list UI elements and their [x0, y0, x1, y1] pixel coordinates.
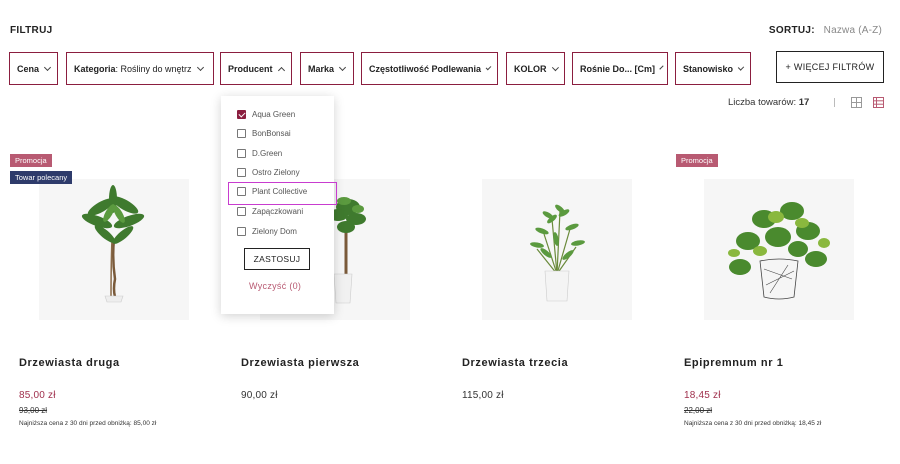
- promo-badge: Promocja: [10, 154, 52, 167]
- product-count: Liczba towarów: 17: [728, 97, 809, 108]
- chevron-down-icon: [659, 64, 664, 70]
- sort-control[interactable]: SORTUJ: Nazwa (A-Z): [769, 25, 882, 36]
- toolbar-divider: [834, 98, 835, 107]
- more-filters-button[interactable]: + WIĘCEJ FILTRÓW: [776, 51, 884, 83]
- option-label: Aqua Green: [252, 110, 296, 119]
- filter-position-button[interactable]: Stanowisko: [675, 52, 751, 85]
- filter-color-button[interactable]: KOLOR: [506, 52, 565, 85]
- option-label: BonBonsai: [252, 129, 291, 138]
- option-label: Zapączkowani: [252, 207, 304, 216]
- filter-label: Producent: [228, 63, 273, 74]
- filter-price-button[interactable]: Cena: [9, 52, 58, 85]
- chevron-down-icon: [551, 63, 559, 71]
- filter-height-button[interactable]: Rośnie Do... [Cm]: [572, 52, 668, 85]
- sort-label: SORTUJ:: [768, 25, 815, 36]
- grid-view-icon[interactable]: [851, 97, 862, 108]
- product-name[interactable]: Epipremnum nr 1: [684, 357, 783, 369]
- product-old-price: 93,00 zł: [19, 406, 48, 415]
- sort-value[interactable]: Nazwa (A-Z): [824, 25, 882, 36]
- chevron-down-icon: [196, 63, 204, 71]
- chevron-down-icon: [737, 63, 745, 71]
- product-image[interactable]: [39, 179, 189, 320]
- product-price: 18,45 zł: [684, 390, 721, 401]
- promo-badge: Promocja: [676, 154, 718, 167]
- producer-option-bonbonsai[interactable]: BonBonsai: [237, 129, 291, 138]
- product-old-price: 22,00 zł: [684, 406, 713, 415]
- recommended-badge: Towar polecany: [10, 171, 73, 184]
- product-name[interactable]: Drzewiasta trzecia: [462, 357, 568, 369]
- producer-option-d-green[interactable]: D.Green: [237, 149, 282, 158]
- filter-producer-button[interactable]: Producent: [220, 52, 292, 85]
- product-image[interactable]: [482, 179, 632, 320]
- checkbox-icon[interactable]: [237, 129, 246, 138]
- filter-label: Stanowisko: [683, 63, 734, 74]
- product-price: 85,00 zł: [19, 390, 56, 401]
- chevron-up-icon: [277, 66, 285, 74]
- filter-watering-button[interactable]: Częstotliwość Podlewania: [361, 52, 498, 85]
- producer-option-zielony-dom[interactable]: Zielony Dom: [237, 227, 297, 236]
- filter-label: Częstotliwość Podlewania: [369, 63, 482, 74]
- filter-label: Rośnie Do... [Cm]: [580, 63, 656, 74]
- option-label: Zielony Dom: [252, 227, 297, 236]
- count-value: 17: [798, 97, 810, 108]
- producer-option-ostro-zielony[interactable]: Ostro Zielony: [237, 168, 300, 177]
- chevron-down-icon: [43, 63, 52, 71]
- product-name[interactable]: Drzewiasta pierwsza: [241, 357, 359, 369]
- product-price: 115,00 zł: [462, 390, 504, 401]
- checkbox-icon[interactable]: [237, 149, 246, 158]
- apply-button[interactable]: ZASTOSUJ: [244, 248, 310, 270]
- filter-label: KOLOR: [514, 63, 547, 74]
- checkbox-icon[interactable]: [237, 168, 246, 177]
- filter-title: FILTRUJ: [10, 25, 53, 36]
- filter-category-button[interactable]: Kategoria : Rośliny do wnętrz: [66, 52, 214, 85]
- option-label: Ostro Zielony: [252, 168, 300, 177]
- count-label: Liczba towarów:: [728, 97, 797, 108]
- filter-brand-button[interactable]: Marka: [300, 52, 354, 85]
- checkbox-icon[interactable]: [237, 207, 246, 216]
- producer-option-aqua-green[interactable]: Aqua Green: [237, 110, 295, 119]
- focus-highlight: [228, 182, 337, 205]
- lowest-price-note: Najniższa cena z 30 dni przed obniżką: 8…: [19, 420, 157, 427]
- checkbox-checked-icon[interactable]: [237, 110, 246, 119]
- filter-label: Marka: [308, 63, 335, 74]
- product-image[interactable]: [704, 179, 854, 320]
- chevron-down-icon: [338, 63, 347, 71]
- product-price: 90,00 zł: [241, 390, 278, 401]
- option-label: D.Green: [252, 149, 283, 158]
- producer-option-zapaczkowani[interactable]: Zapączkowani: [237, 207, 303, 216]
- filter-value: : Rośliny do wnętrz: [115, 63, 192, 74]
- lowest-price-note: Najniższa cena z 30 dni przed obniżką: 1…: [684, 420, 822, 427]
- product-name[interactable]: Drzewiasta druga: [19, 357, 120, 369]
- filter-label: Kategoria: [74, 63, 116, 74]
- filter-label: Cena: [17, 63, 40, 74]
- checkbox-icon[interactable]: [237, 227, 246, 236]
- clear-link[interactable]: Wyczyść (0): [249, 281, 301, 291]
- chevron-down-icon: [485, 64, 492, 70]
- list-view-icon[interactable]: [873, 97, 884, 108]
